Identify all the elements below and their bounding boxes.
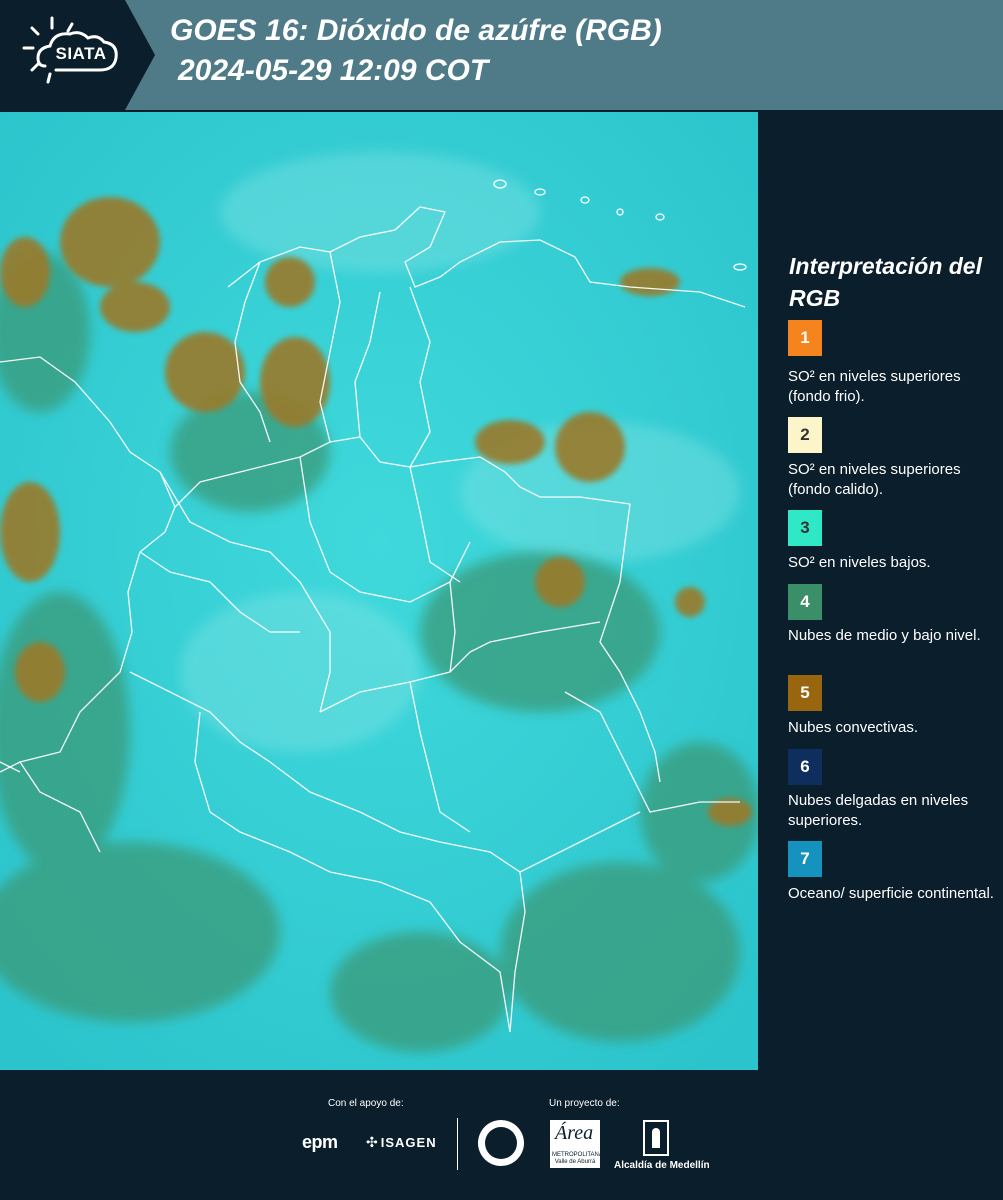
medellin-seal-icon[interactable]	[478, 1120, 524, 1166]
logo-text: SIATA	[55, 44, 107, 63]
legend-swatch-2: 2	[788, 417, 822, 453]
legend-swatch-7: 7	[788, 841, 822, 877]
header-bar: SIATA GOES 16: Dióxido de azúfre (RGB) 2…	[0, 0, 1003, 110]
legend-panel: Interpretación del RGB 1 SO² en niveles …	[764, 112, 1003, 1070]
satellite-map[interactable]	[0, 112, 758, 1070]
legend-swatch-1: 1	[788, 320, 822, 356]
legend-label-1: SO² en niveles superiores (fondo frio).	[788, 368, 961, 405]
legend-title: Interpretación del RGB	[789, 253, 982, 311]
isagen-logo[interactable]: ✣ ISAGEN	[366, 1134, 437, 1151]
legend-number: 3	[800, 518, 810, 537]
area-script: Área	[555, 1122, 594, 1144]
legend-number: 7	[800, 849, 810, 868]
legend-label-5: Nubes convectivas.	[788, 719, 919, 736]
legend-label-6: Nubes delgadas en niveles superiores.	[788, 792, 969, 829]
legend-swatch-6: 6	[788, 749, 822, 785]
legend-number: 5	[800, 683, 810, 702]
legend-number: 1	[800, 328, 810, 347]
alcaldia-logo-text: Alcaldía de Medellín	[614, 1160, 710, 1171]
legend-swatch-5: 5	[788, 675, 822, 711]
legend-label-3: SO² en niveles bajos.	[788, 554, 931, 571]
legend-label-7: Oceano/ superficie continental.	[788, 885, 994, 902]
area-subtitle: METROPOLITANA Valle de Aburrá	[552, 1152, 603, 1165]
legend-swatch-4: 4	[788, 584, 822, 620]
legend-number: 2	[800, 425, 810, 444]
footer-divider	[457, 1118, 458, 1170]
timestamp: 2024-05-29 12:09 COT	[178, 54, 489, 87]
project-caption: Un proyecto de:	[549, 1098, 620, 1109]
legend-swatch-3: 3	[788, 510, 822, 546]
alcaldia-shield-icon[interactable]	[643, 1120, 669, 1156]
area-metropolitana-logo[interactable]: Área METROPOLITANA Valle de Aburrá	[550, 1120, 603, 1168]
footer: Con el apoyo de: Un proyecto de: epm ✣ IS…	[0, 1070, 1003, 1200]
legend-number: 6	[800, 757, 810, 776]
map-image	[0, 112, 758, 1070]
epm-logo[interactable]: epm	[302, 1132, 338, 1153]
siata-logo[interactable]: SIATA	[0, 0, 155, 110]
isagen-mark-icon: ✣	[366, 1134, 379, 1150]
legend-label-4: Nubes de medio y bajo nivel.	[788, 627, 981, 644]
page-title: GOES 16: Dióxido de azúfre (RGB)	[170, 14, 662, 47]
legend-number: 4	[800, 592, 810, 611]
support-caption: Con el apoyo de:	[328, 1098, 404, 1109]
isagen-text: ISAGEN	[380, 1135, 437, 1150]
legend-label-2: SO² en niveles superiores (fondo calido)…	[788, 461, 961, 498]
